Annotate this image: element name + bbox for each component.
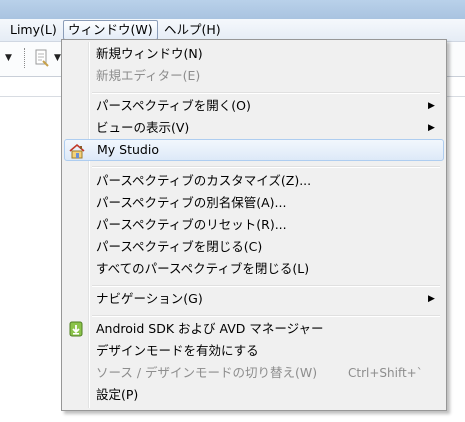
- home-icon: [69, 143, 85, 159]
- menu-item-toggle-source-design[interactable]: ソース / デザインモードの切り替え(W) Ctrl+Shift+`: [64, 362, 442, 384]
- toolbar-separator: [24, 48, 26, 68]
- menu-item-label: 新規ウィンドウ(N): [96, 46, 203, 61]
- window-menu-dropdown: 新規ウィンドウ(N) 新規エディター(E) パースペクティブを開く(O) ▶ ビ…: [61, 39, 447, 411]
- menu-help[interactable]: ヘルプ(H): [160, 21, 225, 39]
- menu-item-label: My Studio: [97, 142, 159, 157]
- window-title-bar: [0, 0, 465, 19]
- menu-item-new-editor[interactable]: 新規エディター(E): [64, 65, 442, 87]
- android-download-icon: [69, 321, 83, 337]
- menu-item-label: パースペクティブのカスタマイズ(Z)...: [96, 173, 312, 188]
- menu-item-my-studio[interactable]: My Studio: [64, 139, 444, 161]
- document-icon[interactable]: [34, 49, 50, 67]
- menu-item-label: ビューの表示(V): [96, 120, 190, 135]
- menu-item-label: パースペクティブを閉じる(C): [96, 239, 263, 254]
- menu-item-shortcut: Ctrl+Shift+`: [348, 366, 423, 380]
- menu-limy[interactable]: Limy(L): [6, 21, 61, 39]
- menu-item-label: 設定(P): [96, 387, 139, 402]
- menu-item-label: ソース / デザインモードの切り替え(W): [96, 365, 318, 380]
- menu-separator: [92, 92, 440, 94]
- menu-item-save-perspective-as[interactable]: パースペクティブの別名保管(A)...: [64, 192, 442, 214]
- menu-item-customize-perspective[interactable]: パースペクティブのカスタマイズ(Z)...: [64, 170, 442, 192]
- menu-item-open-perspective[interactable]: パースペクティブを開く(O) ▶: [64, 95, 442, 117]
- menu-item-label: パースペクティブの別名保管(A)...: [96, 195, 287, 210]
- menu-item-label: 新規エディター(E): [96, 68, 201, 83]
- menu-item-show-view[interactable]: ビューの表示(V) ▶: [64, 117, 442, 139]
- menu-item-new-window[interactable]: 新規ウィンドウ(N): [64, 43, 442, 65]
- menu-item-close-all-perspectives[interactable]: すべてのパースペクティブを閉じる(L): [64, 258, 442, 280]
- menu-separator: [92, 315, 440, 317]
- menu-window[interactable]: ウィンドウ(W): [63, 20, 158, 40]
- menu-item-reset-perspective[interactable]: パースペクティブのリセット(R)...: [64, 214, 442, 236]
- menu-item-label: ナビゲーション(G): [96, 291, 203, 306]
- menu-item-android-sdk-manager[interactable]: Android SDK および AVD マネージャー: [64, 318, 442, 340]
- submenu-arrow-icon: ▶: [428, 101, 435, 111]
- menu-item-close-perspective[interactable]: パースペクティブを閉じる(C): [64, 236, 442, 258]
- menu-item-label: Android SDK および AVD マネージャー: [96, 321, 324, 336]
- submenu-arrow-icon: ▶: [428, 123, 435, 133]
- menu-item-navigation[interactable]: ナビゲーション(G) ▶: [64, 288, 442, 310]
- dropdown-arrow-icon[interactable]: ▼: [54, 53, 61, 63]
- menu-separator: [92, 166, 440, 168]
- menu-item-label: パースペクティブのリセット(R)...: [96, 217, 287, 232]
- submenu-arrow-icon: ▶: [428, 294, 435, 304]
- menu-item-label: パースペクティブを開く(O): [96, 98, 251, 113]
- menu-item-preferences[interactable]: 設定(P): [64, 384, 442, 406]
- menu-separator: [92, 285, 440, 287]
- menu-item-label: デザインモードを有効にする: [96, 343, 259, 358]
- dropdown-arrow-icon[interactable]: ▼: [5, 53, 12, 63]
- menu-item-enable-design-mode[interactable]: デザインモードを有効にする: [64, 340, 442, 362]
- menu-item-label: すべてのパースペクティブを閉じる(L): [96, 261, 310, 276]
